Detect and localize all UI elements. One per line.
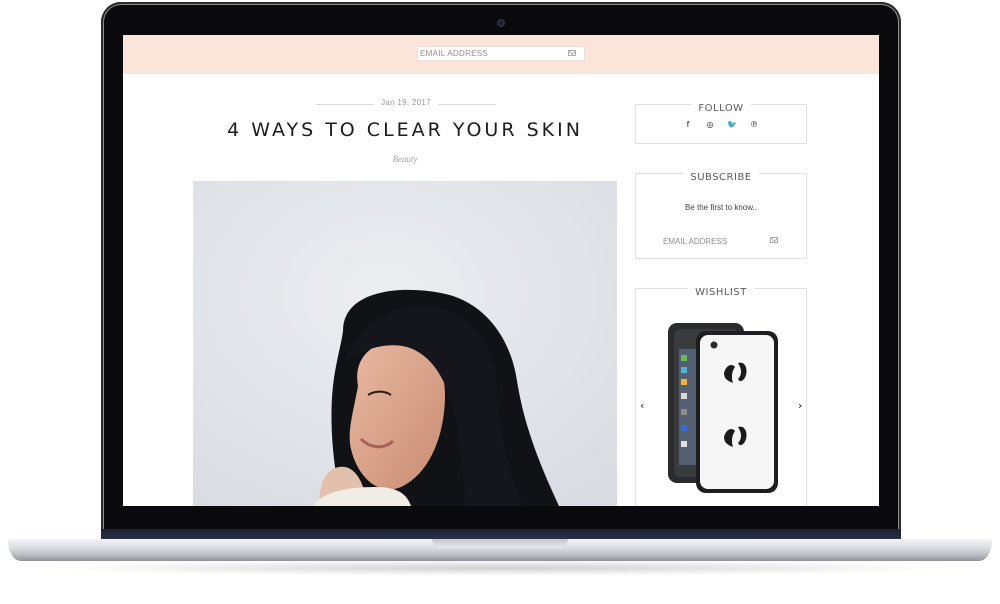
phone-case-product-image[interactable] [662, 321, 782, 493]
mail-icon[interactable] [568, 50, 576, 56]
social-links: f ◎ 🐦 ℗ [636, 120, 806, 130]
facebook-icon[interactable]: f [683, 120, 693, 130]
woman-portrait-image [193, 181, 617, 506]
post-category[interactable]: Beauty [355, 154, 455, 164]
divider [316, 104, 374, 105]
hero-image[interactable] [193, 181, 617, 506]
laptop-hinge [101, 529, 901, 539]
wishlist-title: WISHLIST [688, 287, 754, 298]
laptop-notch [432, 539, 568, 548]
post-title[interactable]: 4 WAYS TO CLEAR YOUR SKIN [193, 119, 617, 141]
webcam [497, 19, 505, 27]
newsletter-bar [123, 35, 879, 74]
laptop-screen: Jan 19, 2017 4 WAYS TO CLEAR YOUR SKIN B… [123, 35, 879, 506]
carousel-prev-arrow[interactable]: ‹ [640, 400, 644, 411]
subscribe-email-input[interactable] [663, 236, 758, 247]
follow-widget: FOLLOW f ◎ 🐦 ℗ [635, 103, 807, 144]
divider [438, 104, 496, 105]
laptop-shadow [40, 560, 960, 576]
follow-title: FOLLOW [691, 103, 751, 114]
pinterest-icon[interactable]: ℗ [749, 120, 759, 130]
subscribe-widget: SUBSCRIBE Be the first to know.. [635, 172, 807, 259]
carousel-next-arrow[interactable]: › [798, 400, 802, 411]
wishlist-widget: WISHLIST ‹ › [635, 287, 807, 506]
twitter-icon[interactable]: 🐦 [727, 120, 737, 130]
post-date: Jan 19, 2017 [381, 98, 431, 107]
subscribe-title: SUBSCRIBE [683, 172, 759, 183]
subscribe-text: Be the first to know.. [684, 203, 758, 212]
header-email-field[interactable] [417, 46, 585, 61]
post-date-row: Jan 19, 2017 [316, 98, 496, 110]
header-email-input[interactable] [420, 47, 560, 60]
instagram-icon[interactable]: ◎ [705, 120, 715, 130]
mail-icon[interactable] [770, 237, 778, 243]
